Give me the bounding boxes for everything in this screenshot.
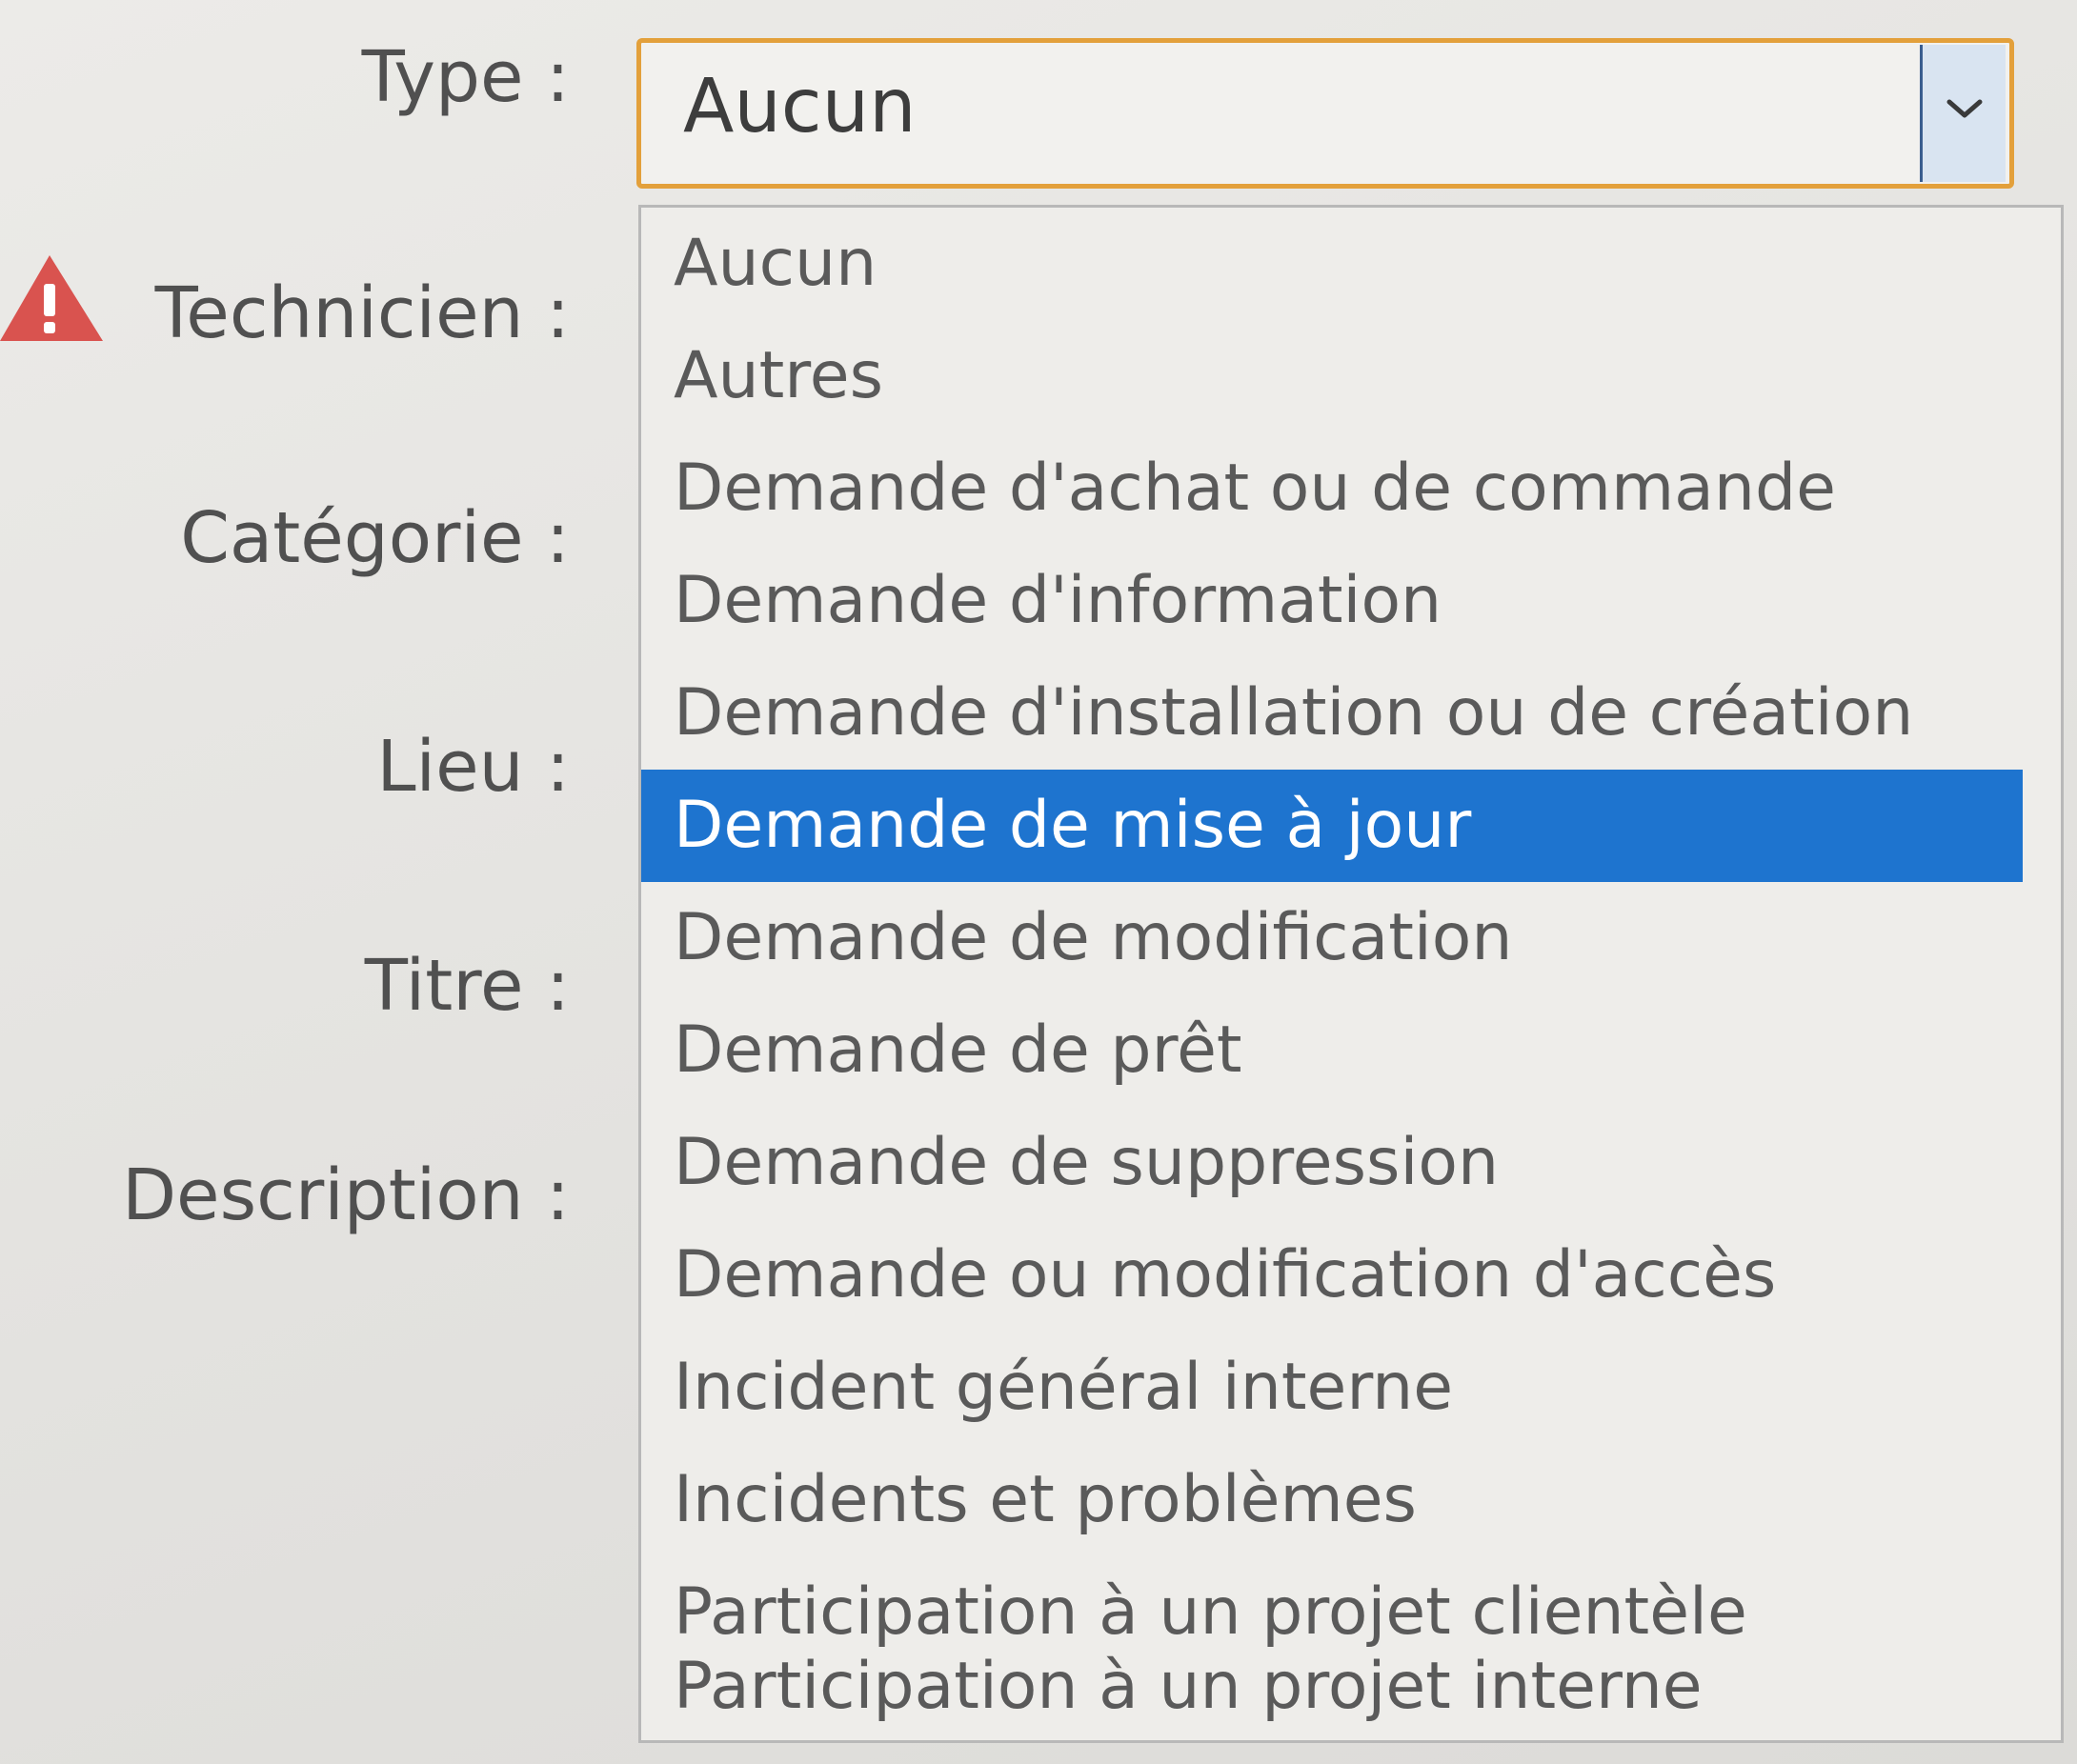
dropdown-option[interactable]: Incidents et problèmes <box>641 1444 2023 1556</box>
dropdown-option[interactable]: Demande d'information <box>641 545 2023 657</box>
dropdown-option[interactable]: Incident général interne <box>641 1332 2023 1444</box>
type-dropdown-list[interactable]: Aucun Autres Demande d'achat ou de comma… <box>638 205 2064 1743</box>
technicien-label: Technicien : <box>154 272 570 354</box>
type-select[interactable]: Aucun <box>636 38 2014 189</box>
categorie-label: Catégorie : <box>180 497 570 579</box>
type-label: Type : <box>361 36 570 118</box>
dropdown-option[interactable]: Demande de prêt <box>641 994 2023 1107</box>
type-select-toggle[interactable] <box>1920 45 2006 182</box>
dropdown-option[interactable]: Aucun <box>641 208 2023 320</box>
warning-icon <box>0 255 103 341</box>
dropdown-option[interactable]: Demande de modification <box>641 882 2023 994</box>
dropdown-option[interactable]: Participation à un projet interne <box>641 1631 2023 1743</box>
chevron-down-icon <box>1946 99 1983 118</box>
type-select-value: Aucun <box>683 64 917 150</box>
titre-label: Titre : <box>364 945 570 1027</box>
dropdown-option[interactable]: Demande d'installation ou de création <box>641 657 2023 770</box>
dropdown-option[interactable]: Demande de suppression <box>641 1107 2023 1219</box>
dropdown-option[interactable]: Demande ou modification d'accès <box>641 1219 2023 1332</box>
lieu-label: Lieu : <box>376 726 570 808</box>
dropdown-option-highlighted[interactable]: Demande de mise à jour <box>641 770 2023 882</box>
description-label: Description : <box>122 1154 570 1236</box>
dropdown-option[interactable]: Autres <box>641 320 2023 432</box>
dropdown-option[interactable]: Demande d'achat ou de commande <box>641 432 2023 545</box>
